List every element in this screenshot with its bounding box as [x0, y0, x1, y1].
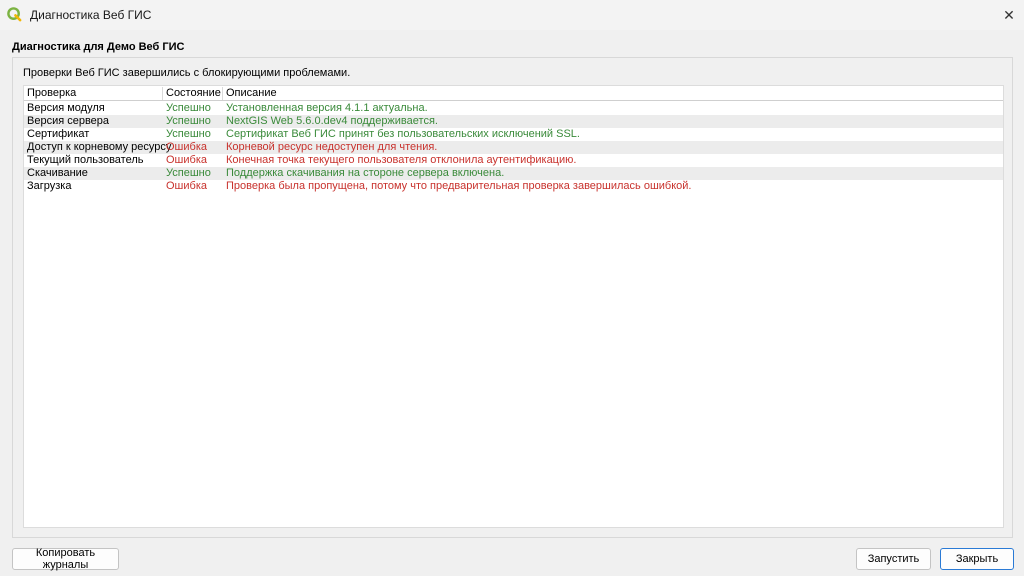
close-icon[interactable]: ✕ — [994, 0, 1024, 30]
table-header: Проверка Состояние Описание — [24, 86, 1003, 101]
check-name-cell: Версия сервера — [27, 115, 110, 127]
check-name-cell: Загрузка — [27, 180, 72, 192]
check-name-cell: Сертификат — [27, 128, 90, 140]
status-cell: Успешно — [166, 102, 211, 114]
description-cell: Проверка была пропущена, потому что пред… — [226, 180, 692, 192]
status-cell: Успешно — [166, 167, 211, 179]
table-row[interactable]: Загрузка Ошибка Проверка была пропущена, п… — [24, 180, 1003, 193]
table-row[interactable]: Сертификат Успешно Сертификат Веб ГИС прин… — [24, 128, 1003, 141]
check-name-cell: Скачивание — [27, 167, 88, 179]
close-button[interactable]: Закрыть — [940, 548, 1014, 570]
status-cell: Успешно — [166, 115, 211, 127]
table-row[interactable]: Версия модуля Успешно Установленная версия… — [24, 102, 1003, 115]
window-title: Диагностика Веб ГИС — [30, 8, 152, 22]
copy-logs-button[interactable]: Копировать журналы — [12, 547, 119, 571]
description-cell: Конечная точка текущего пользователя отк… — [226, 154, 577, 166]
column-header-check[interactable]: Проверка — [24, 87, 163, 100]
description-cell: NextGIS Web 5.6.0.dev4 поддерживается. — [226, 115, 438, 127]
check-name-cell: Доступ к корневому ресурсу — [27, 141, 172, 153]
table-row[interactable]: Скачивание Успешно Поддержка скачивания на… — [24, 167, 1003, 180]
check-name-cell: Версия модуля — [27, 102, 105, 114]
qgis-logo-icon — [7, 7, 22, 22]
description-cell: Установленная версия 4.1.1 актуальна. — [226, 102, 428, 114]
column-header-description[interactable]: Описание — [223, 87, 1003, 100]
status-cell: Ошибка — [166, 141, 207, 153]
check-name-cell: Текущий пользователь — [27, 154, 144, 166]
summary-text: Проверки Веб ГИС завершились с блокирующ… — [23, 67, 351, 79]
table-row[interactable]: Доступ к корневому ресурсу Ошибка Корневой… — [24, 141, 1003, 154]
description-cell: Сертификат Веб ГИС принят без пользовате… — [226, 128, 580, 140]
title-bar: Диагностика Веб ГИС ✕ — [0, 0, 1024, 30]
diagnostics-table[interactable]: Проверка Состояние Описание Версия модул… — [23, 85, 1004, 528]
column-header-status[interactable]: Состояние — [163, 87, 223, 100]
description-cell: Поддержка скачивания на стороне сервера … — [226, 167, 505, 179]
run-button[interactable]: Запустить — [856, 548, 931, 570]
status-cell: Успешно — [166, 128, 211, 140]
diagnostics-group: Проверки Веб ГИС завершились с блокирующ… — [12, 57, 1013, 538]
status-cell: Ошибка — [166, 180, 207, 192]
description-cell: Корневой ресурс недоступен для чтения. — [226, 141, 438, 153]
page-title: Диагностика для Демо Веб ГИС — [12, 41, 185, 53]
table-row[interactable]: Версия сервера Успешно NextGIS Web 5.6.0.d… — [24, 115, 1003, 128]
table-body: Версия модуля Успешно Установленная версия… — [24, 102, 1003, 193]
table-row[interactable]: Текущий пользователь Ошибка Конечная точка… — [24, 154, 1003, 167]
status-cell: Ошибка — [166, 154, 207, 166]
